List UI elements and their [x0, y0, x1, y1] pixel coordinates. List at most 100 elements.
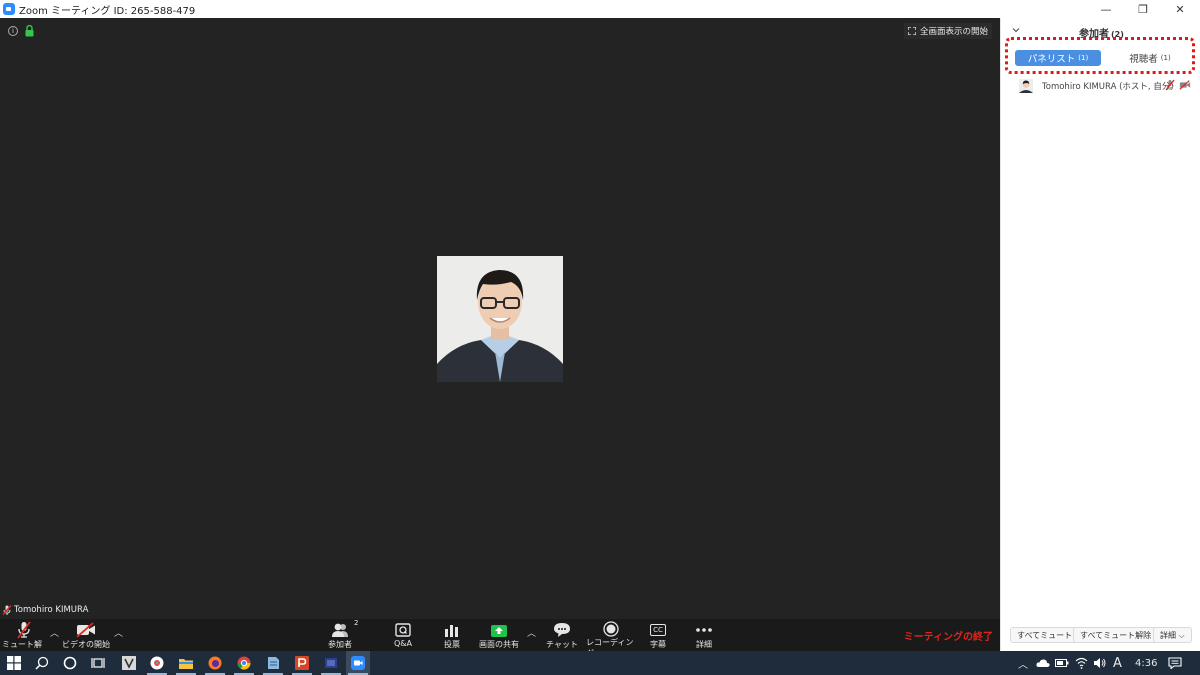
closed-caption-button[interactable]: CC 字幕 — [644, 619, 672, 651]
video-off-icon[interactable] — [1179, 79, 1191, 91]
participant-avatar — [1019, 79, 1033, 93]
app-pinwheel-icon — [150, 656, 164, 670]
start-video-label: ビデオの開始 — [62, 640, 110, 649]
zoom-logo-icon — [3, 3, 15, 15]
poll-button[interactable]: 投票 — [437, 619, 467, 651]
fullscreen-label: 全画面表示の開始 — [919, 27, 988, 37]
cloud-icon — [1036, 659, 1050, 667]
screen-app-icon — [325, 658, 337, 668]
taskbar-app-screen[interactable] — [323, 655, 339, 671]
powerpoint-icon — [295, 656, 309, 670]
tray-onedrive[interactable] — [1036, 655, 1050, 671]
participant-list-item[interactable]: Tomohiro KIMURA (ホスト, 自分) — [1001, 76, 1200, 96]
folder-icon — [179, 659, 193, 669]
participant-name: Tomohiro KIMURA (ホスト, 自分) — [1042, 82, 1174, 92]
start-video-button[interactable]: ビデオの開始 — [60, 619, 112, 651]
muted-mic-icon — [17, 621, 31, 639]
qa-label: Q&A — [393, 639, 412, 648]
notes-app-icon — [268, 657, 279, 669]
tab-attendees-label: 視聴者 — [1129, 54, 1158, 65]
tray-volume[interactable] — [1093, 655, 1106, 671]
taskbar-powerpoint[interactable] — [294, 655, 310, 671]
muted-mic-icon — [2, 605, 12, 615]
more-options-button[interactable]: 詳細 ⌵ — [1153, 627, 1192, 643]
taskbar-zoom[interactable] — [350, 655, 366, 671]
taskbar-app-notes[interactable] — [265, 655, 281, 671]
record-icon — [603, 621, 619, 637]
taskbar-chrome[interactable] — [236, 655, 252, 671]
tray-battery[interactable] — [1055, 655, 1069, 671]
fullscreen-button[interactable]: 全画面表示の開始 — [903, 23, 992, 39]
share-screen-button[interactable]: 画面の共有 — [476, 619, 522, 651]
tray-wifi[interactable] — [1075, 655, 1088, 671]
tab-panelists[interactable]: パネリスト (1) — [1015, 50, 1101, 66]
lock-icon[interactable] — [25, 25, 34, 37]
task-view-button[interactable] — [90, 655, 106, 671]
closed-caption-label: 字幕 — [650, 640, 666, 649]
chevron-down-icon[interactable] — [1012, 26, 1020, 34]
share-screen-label: 画面の共有 — [479, 640, 519, 649]
mute-all-button[interactable]: すべてミュート — [1010, 627, 1080, 643]
end-meeting-button[interactable]: ミーティングの終了 — [904, 628, 993, 643]
poll-label: 投票 — [444, 640, 460, 649]
notification-icon — [1168, 657, 1182, 669]
more-dots-icon — [696, 628, 712, 632]
chat-button[interactable]: チャット — [546, 619, 578, 651]
muted-mic-icon[interactable] — [1164, 79, 1176, 91]
cc-icon: CC — [650, 624, 666, 636]
close-button[interactable]: ✕ — [1162, 0, 1198, 18]
record-button[interactable]: レコーディング — [586, 619, 636, 658]
title-bar: Zoom ミーティング ID: 265-588-479 — ❐ ✕ — [0, 0, 1200, 18]
taskbar-search-button[interactable] — [34, 655, 50, 671]
participants-label: 参加者 — [328, 640, 352, 649]
taskbar-app-2[interactable] — [149, 655, 165, 671]
window-title: Zoom ミーティング ID: 265-588-479 — [19, 5, 196, 17]
participant-name-tag: Tomohiro KIMURA — [2, 605, 88, 615]
qa-button[interactable]: Q&A — [388, 619, 418, 651]
windows-taskbar: ︿ A 4:36 — [0, 651, 1200, 675]
action-center-button[interactable] — [1168, 655, 1182, 671]
search-icon — [35, 656, 49, 670]
zoom-app-icon — [351, 656, 365, 670]
tab-panelists-count: (1) — [1078, 54, 1089, 62]
windows-logo-icon — [7, 656, 21, 670]
poll-bars-icon — [445, 625, 458, 637]
meeting-toolbar: ミュート解除 ︿ ビデオの開始 ︿ 2 — [0, 619, 1000, 660]
restore-button[interactable]: ❐ — [1125, 0, 1161, 18]
participants-button[interactable]: 2 参加者 — [322, 619, 358, 651]
chat-label: チャット — [546, 640, 578, 649]
clock[interactable]: 4:36 — [1135, 655, 1157, 671]
participant-video-avatar — [437, 256, 563, 382]
taskbar-firefox[interactable] — [207, 655, 223, 671]
minimize-button[interactable]: — — [1088, 0, 1124, 18]
wifi-icon — [1075, 657, 1088, 669]
qa-icon — [395, 623, 411, 637]
speaker-icon — [1094, 658, 1106, 668]
ime-indicator[interactable]: A — [1113, 655, 1122, 671]
cortana-button[interactable] — [62, 655, 78, 671]
fullscreen-icon — [907, 27, 916, 35]
video-off-icon — [76, 622, 95, 638]
windows-start-button[interactable] — [6, 655, 22, 671]
info-icon[interactable]: i — [8, 26, 18, 36]
tab-attendees[interactable]: 視聴者 (1) — [1112, 50, 1188, 66]
more-button[interactable]: 詳細 — [690, 619, 718, 651]
battery-icon — [1055, 659, 1069, 667]
chat-bubble-icon — [554, 623, 570, 637]
taskbar-app-1[interactable] — [121, 655, 137, 671]
video-area: i 全画面表示の開始 Tomohiro KIMURA — [0, 18, 1000, 619]
task-view-icon — [91, 658, 105, 668]
tab-panelists-label: パネリスト — [1027, 54, 1076, 65]
participant-name: Tomohiro KIMURA — [14, 605, 89, 615]
video-options-chevron-icon[interactable]: ︿ — [114, 626, 123, 639]
share-options-chevron-icon[interactable]: ︿ — [527, 626, 536, 639]
firefox-icon — [208, 656, 222, 670]
taskbar-file-explorer[interactable] — [178, 655, 194, 671]
unmute-button[interactable]: ミュート解除 — [2, 619, 46, 660]
tray-chevron-up-icon[interactable]: ︿ — [1018, 655, 1028, 671]
audio-options-chevron-icon[interactable]: ︿ — [50, 626, 59, 639]
cortana-circle-icon — [63, 656, 77, 670]
share-screen-icon — [491, 625, 507, 637]
zoom-window: Zoom ミーティング ID: 265-588-479 — ❐ ✕ i 全画面表… — [0, 0, 1200, 660]
unmute-all-button[interactable]: すべてミュート解除 — [1073, 627, 1159, 643]
